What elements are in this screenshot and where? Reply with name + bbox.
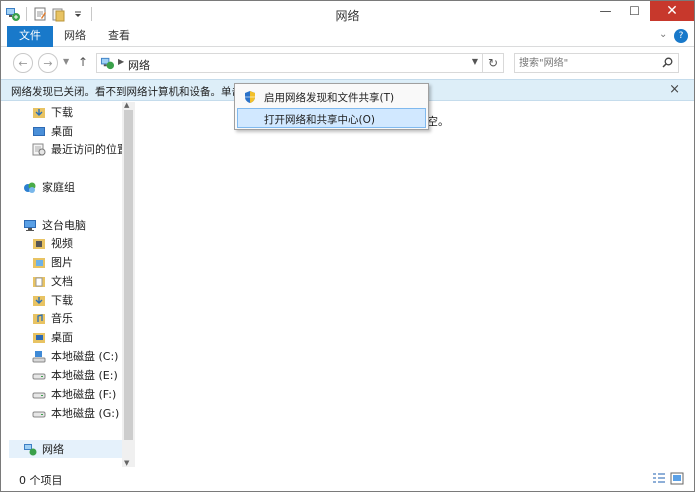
nav-item-label: 这台电脑 <box>42 219 86 232</box>
menu-item-open-network-center[interactable]: 打开网络和共享中心(O) <box>237 108 426 128</box>
downloads-folder-icon <box>32 106 46 119</box>
nav-item-label: 本地磁盘 (G:) <box>51 407 120 420</box>
network-icon <box>23 443 37 456</box>
nav-item-recent-places[interactable]: 最近访问的位置 <box>32 140 128 158</box>
forward-arrow-icon: → <box>43 56 53 70</box>
empty-folder-message: 空。 <box>427 115 449 128</box>
nav-item-label: 下载 <box>51 294 73 307</box>
nav-item-label: 下载 <box>51 106 73 119</box>
drive-icon <box>32 407 46 420</box>
nav-item-label: 本地磁盘 (F:) <box>51 388 117 401</box>
breadcrumb-chevron-icon[interactable]: ▶ <box>118 57 124 66</box>
this-pc-icon <box>23 219 37 232</box>
info-bar-message[interactable]: 网络发现已关闭。看不到网络计算机和设备。单击 <box>11 84 242 99</box>
window-title: 网络 <box>335 9 360 23</box>
expand-ribbon-icon[interactable]: ⌄ <box>659 29 667 40</box>
nav-item-network[interactable]: 网络 <box>9 440 122 458</box>
refresh-icon: ↻ <box>487 56 499 70</box>
minimize-button[interactable]: — <box>592 1 619 21</box>
nav-item-drive-c[interactable]: 本地磁盘 (C:) <box>32 347 118 365</box>
nav-item-label: 网络 <box>42 443 64 456</box>
nav-item-label: 桌面 <box>51 125 73 138</box>
pictures-folder-icon <box>32 256 46 269</box>
recent-places-icon <box>32 143 46 156</box>
uac-shield-icon <box>243 90 257 104</box>
nav-item-label: 图片 <box>51 256 73 269</box>
videos-folder-icon <box>32 237 46 250</box>
nav-item-drive-f[interactable]: 本地磁盘 (F:) <box>32 385 116 403</box>
close-button[interactable]: ✕ <box>650 1 694 21</box>
nav-item-downloads-2[interactable]: 下载 <box>32 291 73 309</box>
search-box[interactable] <box>514 53 679 73</box>
menu-item-enable-discovery[interactable]: 启用网络发现和文件共享(T) <box>237 86 426 106</box>
ribbon-tabs: 文件 网络 查看 ⌄ ? <box>1 26 694 47</box>
downloads-folder-icon <box>32 294 46 307</box>
nav-item-label: 文档 <box>51 275 73 288</box>
nav-item-music[interactable]: 音乐 <box>32 309 73 327</box>
help-icon[interactable]: ? <box>674 29 688 43</box>
homegroup-icon <box>23 181 37 194</box>
system-drive-icon <box>32 350 46 363</box>
nav-item-label: 桌面 <box>51 331 73 344</box>
address-row: ← → ▼ ↑ ▶ 网络 ▼ ↻ <box>1 48 694 78</box>
up-arrow-icon[interactable]: ↑ <box>78 55 88 69</box>
recent-locations-chevron-icon[interactable]: ▼ <box>63 57 69 66</box>
documents-folder-icon <box>32 275 46 288</box>
search-input[interactable] <box>519 56 657 71</box>
refresh-button[interactable]: ↻ <box>483 53 504 73</box>
nav-item-documents[interactable]: 文档 <box>32 272 73 290</box>
menu-item-label: 启用网络发现和文件共享(T) <box>264 92 395 104</box>
nav-item-homegroup[interactable]: 家庭组 <box>23 178 75 196</box>
details-view-icon[interactable] <box>652 472 666 485</box>
nav-item-label: 家庭组 <box>42 181 75 194</box>
search-icon[interactable] <box>662 57 673 71</box>
tab-file[interactable]: 文件 <box>7 26 53 47</box>
address-dropdown-icon[interactable]: ▼ <box>472 57 478 66</box>
navigation-scrollbar[interactable]: ▲ ▼ <box>122 101 135 467</box>
scroll-up-icon[interactable]: ▲ <box>124 101 129 109</box>
nav-item-label: 本地磁盘 (C:) <box>51 350 119 363</box>
nav-item-drive-e[interactable]: 本地磁盘 (E:) <box>32 366 118 384</box>
nav-item-label: 本地磁盘 (E:) <box>51 369 118 382</box>
nav-item-label: 视频 <box>51 237 73 250</box>
music-folder-icon <box>32 312 46 325</box>
nav-item-desktop[interactable]: 桌面 <box>32 122 73 140</box>
context-menu: 启用网络发现和文件共享(T) 打开网络和共享中心(O) <box>234 83 429 130</box>
desktop-folder-icon <box>32 331 46 344</box>
nav-item-label: 音乐 <box>51 312 73 325</box>
maximize-button[interactable]: ☐ <box>621 1 648 21</box>
navigation-pane: 下载 桌面 最近访问的位置 家庭组 这台电脑 视频 图片 文档 下载 音乐 桌面… <box>1 102 136 467</box>
explorer-window: 网络 — ☐ ✕ 文件 网络 查看 ⌄ ? ← → ▼ ↑ ▶ 网络 ▼ ↻ 搜… <box>0 0 695 492</box>
large-icons-view-icon[interactable] <box>670 472 684 485</box>
drive-icon <box>32 388 46 401</box>
nav-item-videos[interactable]: 视频 <box>32 234 73 252</box>
nav-item-this-pc[interactable]: 这台电脑 <box>23 216 86 234</box>
nav-item-pictures[interactable]: 图片 <box>32 253 73 271</box>
network-location-icon <box>100 56 115 73</box>
tab-network[interactable]: 网络 <box>56 26 94 47</box>
status-bar: 0 个项目 <box>1 468 694 491</box>
back-button[interactable]: ← <box>13 53 33 73</box>
address-bar[interactable]: ▶ 网络 ▼ <box>96 53 483 73</box>
title-bar: 网络 — ☐ ✕ <box>1 1 694 27</box>
menu-item-label: 打开网络和共享中心(O) <box>264 114 375 126</box>
tab-view[interactable]: 查看 <box>99 26 139 47</box>
scroll-down-icon[interactable]: ▼ <box>124 459 129 467</box>
desktop-icon <box>32 125 46 138</box>
item-count: 0 个项目 <box>19 474 63 487</box>
close-icon[interactable]: × <box>669 82 680 97</box>
nav-item-downloads[interactable]: 下载 <box>32 103 73 121</box>
nav-item-label: 最近访问的位置 <box>51 143 128 156</box>
scrollbar-thumb[interactable] <box>124 110 133 440</box>
drive-icon <box>32 369 46 382</box>
back-arrow-icon: ← <box>18 56 28 70</box>
nav-item-drive-g[interactable]: 本地磁盘 (G:) <box>32 404 119 422</box>
breadcrumb-network[interactable]: 网络 <box>128 57 150 73</box>
forward-button[interactable]: → <box>38 53 58 73</box>
nav-item-desktop-2[interactable]: 桌面 <box>32 328 73 346</box>
